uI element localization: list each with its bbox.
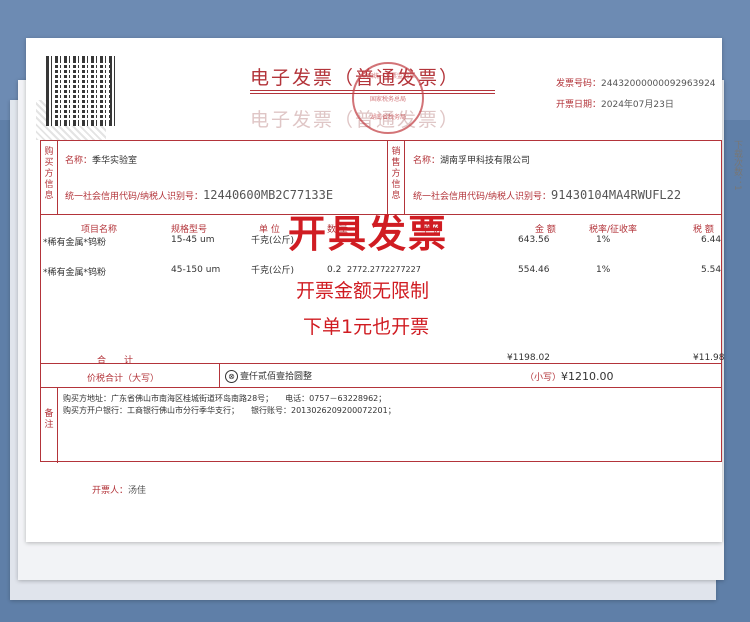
promo-line-2: 下单1元也开票 (303, 316, 430, 338)
remark-side-label: 备注 (44, 409, 54, 430)
promo-line-1: 开票金额无限制 (296, 280, 430, 302)
total-tax: ¥11.98 (693, 353, 725, 363)
row1-spec: 15-45 um (171, 235, 215, 245)
header-tax: 税 额 (693, 225, 714, 235)
remark-line-1: 购买方地址：广东省佛山市南海区桂城街道环岛南路28号； 电话：0757－6322… (63, 394, 387, 403)
cross-circle-icon: ⊗ (225, 370, 238, 383)
row2-qty: 0.2 (327, 265, 342, 275)
row2-name: *稀有金属*钨粉 (43, 268, 107, 278)
tax-seal-stamp: 全国统一发票监制章 国家税务总局 湖南省税务局 (352, 62, 424, 134)
buyer-tax-id: 统一社会信用代码/纳税人识别号：12440600MB2C77133E (65, 188, 334, 202)
seller-name: 名称：湖南孚甲科技有限公司 (413, 156, 531, 166)
remark-line-2: 购买方开户银行：工商银行佛山市分行季华支行； 银行账号：201302620920… (63, 406, 396, 415)
invoice-number: 发票号码：24432000000092963924 (556, 79, 716, 89)
row1-tax: 6.44 (701, 235, 722, 245)
header-item-name: 项目名称 (81, 225, 118, 235)
row2-amount: 554.46 (518, 265, 550, 275)
sum-upper-value: ⊗ 壹仟贰佰壹拾圆整 (225, 369, 312, 383)
buyer-name: 名称：季华实验室 (65, 156, 138, 166)
promo-headline: 开具发票 (288, 212, 449, 256)
row1-amount: 643.56 (518, 235, 550, 245)
issuer: 开票人：汤佳 (92, 486, 147, 496)
row2-price: 2772.2772277227 (347, 265, 421, 274)
qr-code-icon (46, 56, 116, 126)
header-amount: 金 额 (535, 225, 556, 235)
invoice-date: 开票日期：2024年07月23日 (556, 100, 674, 110)
download-count: 下载次数：1 (732, 140, 742, 191)
row2-tax: 5.54 (701, 265, 722, 275)
total-amount: ¥1198.02 (507, 353, 550, 363)
header-spec: 规格型号 (171, 225, 208, 235)
header-unit: 单 位 (259, 225, 280, 235)
seller-tax-id: 统一社会信用代码/纳税人识别号：91430104MA4RWUFL22 (413, 188, 682, 202)
divider (41, 387, 721, 388)
row1-name: *稀有金属*钨粉 (43, 238, 107, 248)
divider (219, 363, 220, 387)
header-rate: 税率/征收率 (589, 225, 638, 235)
seller-side-label: 销售方信息 (391, 147, 401, 201)
divider (41, 363, 721, 364)
total-label: 合 计 (97, 356, 134, 366)
sum-lower: （小写）¥1210.00 (525, 370, 614, 383)
row2-spec: 45-150 um (171, 265, 221, 275)
sum-upper-label: 价税合计（大写） (87, 374, 160, 384)
row2-unit: 千克(公斤) (251, 266, 295, 276)
buyer-side-label: 购买方信息 (44, 147, 54, 201)
row1-rate: 1% (596, 235, 611, 245)
row2-rate: 1% (596, 265, 611, 275)
divider (57, 141, 58, 214)
divider (57, 387, 58, 463)
